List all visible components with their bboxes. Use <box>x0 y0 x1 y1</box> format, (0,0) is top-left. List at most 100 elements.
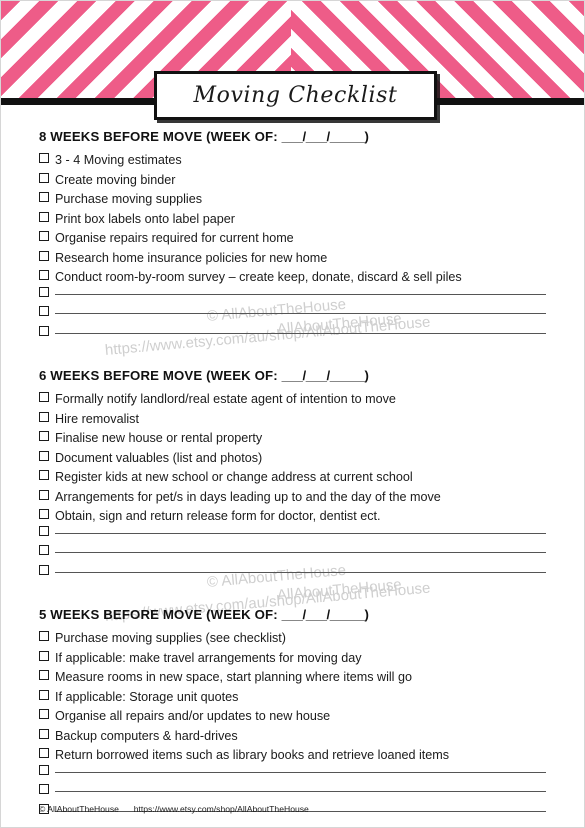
checklist-item[interactable]: Organise all repairs and/or updates to n… <box>39 707 546 727</box>
checkbox-icon[interactable] <box>39 450 49 461</box>
checkbox-icon[interactable] <box>39 545 49 555</box>
checkbox-icon[interactable] <box>39 153 49 163</box>
checkbox-icon[interactable] <box>39 306 49 316</box>
section-heading: 8 WEEKS BEFORE MOVE (WEEK OF: ___/___/__… <box>39 129 546 144</box>
checkbox-icon[interactable] <box>39 192 49 202</box>
footer-copyright: © AllAboutTheHouse <box>39 804 119 814</box>
checkbox-icon[interactable] <box>39 392 49 402</box>
page-title: Moving Checklist <box>193 83 398 108</box>
section-heading-suffix: ) <box>364 368 369 383</box>
checkbox-icon[interactable] <box>39 411 49 422</box>
checklist-blank-item[interactable] <box>39 306 546 327</box>
checklist-section: 6 WEEKS BEFORE MOVE (WEEK OF: ___/___/__… <box>39 368 546 585</box>
checklist-item-label: If applicable: Storage unit quotes <box>55 689 239 704</box>
checklist-section: 5 WEEKS BEFORE MOVE (WEEK OF: ___/___/__… <box>39 607 546 824</box>
checklist-blank-item[interactable] <box>39 325 546 347</box>
checkbox-icon[interactable] <box>39 631 49 641</box>
write-in-line[interactable] <box>55 293 546 295</box>
checkbox-icon[interactable] <box>39 470 49 480</box>
checkbox-icon[interactable] <box>39 564 49 575</box>
checkbox-icon[interactable] <box>39 270 49 280</box>
checkbox-icon[interactable] <box>39 728 49 739</box>
checklist-blank-item[interactable] <box>39 286 546 308</box>
checklist-item[interactable]: Arrangements for pet/s in days leading u… <box>39 488 546 508</box>
checklist-item-label: Formally notify landlord/real estate age… <box>55 392 396 406</box>
section-date-blank[interactable]: ___/___/_____ <box>282 368 365 383</box>
checklist-item[interactable]: Return borrowed items such as library bo… <box>39 746 546 766</box>
checklist-item[interactable]: 3 - 4 Moving estimates <box>39 151 546 171</box>
checkbox-icon[interactable] <box>39 650 49 661</box>
title-plaque: Moving Checklist <box>154 71 437 120</box>
checkbox-icon[interactable] <box>39 211 49 222</box>
checklist-item[interactable]: Purchase moving supplies <box>39 190 546 210</box>
write-in-line[interactable] <box>55 532 546 534</box>
write-in-line[interactable] <box>55 552 546 553</box>
checklist-item[interactable]: Obtain, sign and return release form for… <box>39 507 546 527</box>
checkbox-icon[interactable] <box>39 509 49 519</box>
checklist-blank-item[interactable] <box>39 545 546 566</box>
checklist-item[interactable]: Register kids at new school or change ad… <box>39 468 546 488</box>
checklist-blank-item[interactable] <box>39 784 546 805</box>
write-in-line[interactable] <box>55 313 546 314</box>
write-in-line[interactable] <box>55 571 546 573</box>
checkbox-icon[interactable] <box>39 689 49 700</box>
section-date-blank[interactable]: ___/___/_____ <box>282 607 365 622</box>
checklist-blank-item[interactable] <box>39 525 546 547</box>
checklist-item-label: Purchase moving supplies (see checklist) <box>55 631 286 645</box>
checklist-item-label: If applicable: make travel arrangements … <box>55 650 362 665</box>
checkbox-icon[interactable] <box>39 231 49 241</box>
checklist-item[interactable]: Document valuables (list and photos) <box>39 449 546 469</box>
checkbox-icon[interactable] <box>39 764 49 775</box>
checklist-item[interactable]: If applicable: make travel arrangements … <box>39 649 546 669</box>
checklist-item-label: Create moving binder <box>55 172 176 187</box>
checklist-item[interactable]: Measure rooms in new space, start planni… <box>39 668 546 688</box>
checkbox-icon[interactable] <box>39 709 49 719</box>
checklist-item[interactable]: Hire removalist <box>39 410 546 430</box>
checklist-item[interactable]: If applicable: Storage unit quotes <box>39 688 546 708</box>
checklist-item[interactable]: Research home insurance policies for new… <box>39 249 546 269</box>
write-in-line[interactable] <box>55 771 546 773</box>
section-date-blank[interactable]: ___/___/_____ <box>282 129 365 144</box>
checklist-item[interactable]: Organise repairs required for current ho… <box>39 229 546 249</box>
checklist-item[interactable]: Conduct room-by-room survey – create kee… <box>39 268 546 288</box>
checkbox-icon[interactable] <box>39 286 49 297</box>
checkbox-icon[interactable] <box>39 172 49 183</box>
checkbox-icon[interactable] <box>39 670 49 680</box>
section-heading-suffix: ) <box>364 607 369 622</box>
checklist-item-label: Register kids at new school or change ad… <box>55 470 413 484</box>
checklist-item-label: Purchase moving supplies <box>55 192 203 206</box>
checklist-item-label: Obtain, sign and return release form for… <box>55 509 381 523</box>
checklist-item-label: Hire removalist <box>55 411 139 426</box>
checkbox-icon[interactable] <box>39 525 49 536</box>
checklist-item[interactable]: Print box labels onto label paper <box>39 210 546 230</box>
checklist-item[interactable]: Purchase moving supplies (see checklist) <box>39 629 546 649</box>
checkbox-icon[interactable] <box>39 431 49 441</box>
checkbox-icon[interactable] <box>39 748 49 758</box>
checklist-item[interactable]: Backup computers & hard-drives <box>39 727 546 747</box>
checklist-item-label: Finalise new house or rental property <box>55 431 263 445</box>
section-heading-label: 6 WEEKS BEFORE MOVE (WEEK OF: <box>39 368 278 383</box>
checklist-item-label: Arrangements for pet/s in days leading u… <box>55 489 441 504</box>
checkbox-icon[interactable] <box>39 784 49 794</box>
checklist-item[interactable]: Formally notify landlord/real estate age… <box>39 390 546 410</box>
checklist-item-label: Organise repairs required for current ho… <box>55 231 294 245</box>
checklist-item-label: Conduct room-by-room survey – create kee… <box>55 270 462 284</box>
checkbox-icon[interactable] <box>39 250 49 261</box>
section-heading-label: 5 WEEKS BEFORE MOVE (WEEK OF: <box>39 607 278 622</box>
checkbox-icon[interactable] <box>39 325 49 336</box>
write-in-line[interactable] <box>55 791 546 792</box>
checklist-item[interactable]: Finalise new house or rental property <box>39 429 546 449</box>
checklist-item-label: Print box labels onto label paper <box>55 211 235 226</box>
checklist-item-label: 3 - 4 Moving estimates <box>55 153 182 167</box>
section-heading-suffix: ) <box>364 129 369 144</box>
checklist-item-label: Organise all repairs and/or updates to n… <box>55 709 331 723</box>
checklist-content: 8 WEEKS BEFORE MOVE (WEEK OF: ___/___/__… <box>1 129 584 824</box>
write-in-line[interactable] <box>55 332 546 334</box>
checklist-item[interactable]: Create moving binder <box>39 171 546 191</box>
checklist-item-label: Return borrowed items such as library bo… <box>55 748 450 762</box>
checklist-item-label: Research home insurance policies for new… <box>55 250 328 265</box>
checkbox-icon[interactable] <box>39 489 49 500</box>
checklist-blank-item[interactable] <box>39 564 546 586</box>
checklist-section: 8 WEEKS BEFORE MOVE (WEEK OF: ___/___/__… <box>39 129 546 346</box>
checklist-blank-item[interactable] <box>39 764 546 786</box>
